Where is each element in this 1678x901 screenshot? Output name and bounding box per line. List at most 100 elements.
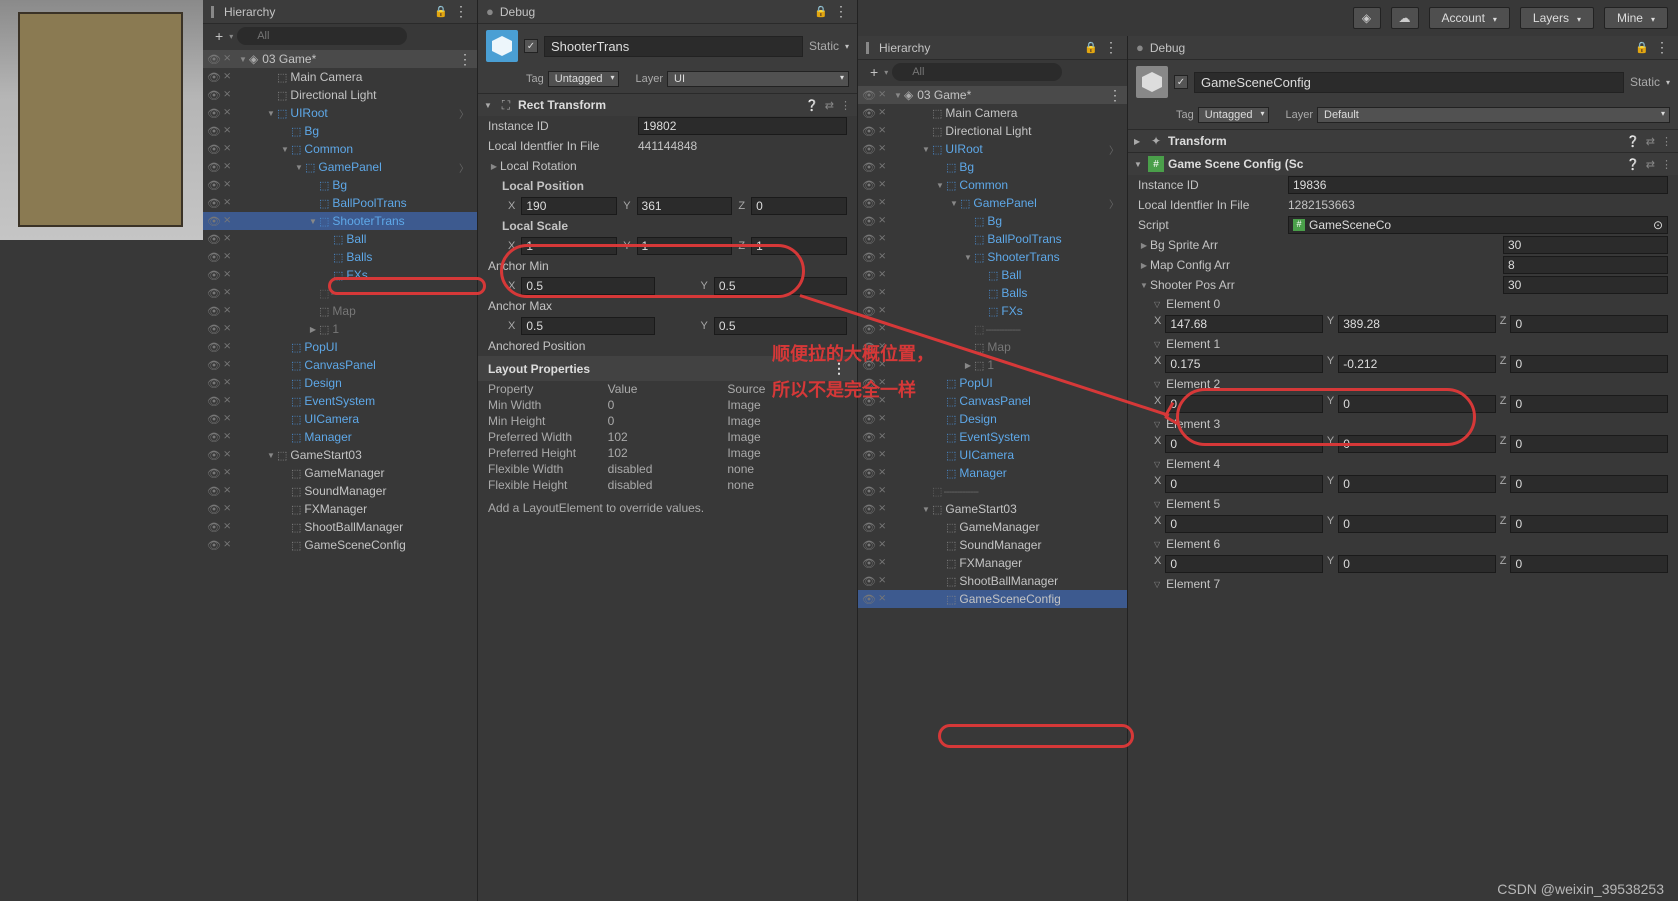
scale-y[interactable]: [637, 237, 733, 255]
tree-item[interactable]: 👁⨯⬚SoundManager: [203, 482, 477, 500]
tree-item[interactable]: 👁⨯⬚Main Camera: [858, 104, 1127, 122]
tree-item[interactable]: 👁⨯▼⬚UIRoot〉: [203, 104, 477, 122]
tree-item[interactable]: 👁⨯▶⬚1: [203, 320, 477, 338]
tree-item[interactable]: 👁⨯⬚Design: [203, 374, 477, 392]
tree-item[interactable]: 👁⨯⬚Manager: [203, 428, 477, 446]
tree-item[interactable]: 👁⨯▼⬚GamePanel〉: [858, 194, 1127, 212]
services-icon[interactable]: ◈: [1353, 7, 1381, 29]
tree-item[interactable]: 👁⨯⬚ShootBallManager: [203, 518, 477, 536]
tree-item[interactable]: 👁⨯⬚GameManager: [203, 464, 477, 482]
hierarchy-search[interactable]: [892, 63, 1062, 81]
tree-item[interactable]: 👁⨯⬚Ball: [858, 266, 1127, 284]
tree-item[interactable]: 👁⨯▼⬚ShooterTrans: [203, 212, 477, 230]
preset-icon[interactable]: ⇄: [825, 99, 834, 112]
tree-item[interactable]: 👁⨯⬚CanvasPanel: [203, 356, 477, 374]
cloud-icon[interactable]: ☁: [1391, 7, 1419, 29]
menu-icon[interactable]: ⋮: [1655, 39, 1670, 56]
debug-title[interactable]: Debug: [500, 5, 808, 19]
tree-item[interactable]: 👁⨯⬚UICamera: [858, 446, 1127, 464]
pos-x[interactable]: [521, 197, 617, 215]
pos-y[interactable]: [637, 197, 733, 215]
account-dropdown[interactable]: Account: [1429, 7, 1510, 29]
lock-icon[interactable]: 🔒: [814, 5, 828, 18]
scene-row[interactable]: 👁⨯▼◈03 Game*⋮: [858, 86, 1127, 104]
layer-dropdown[interactable]: Default: [1317, 107, 1670, 123]
context-menu-icon[interactable]: ⋮: [834, 3, 849, 20]
lock-icon[interactable]: 🔒: [434, 5, 448, 18]
tree-item[interactable]: 👁⨯⬚Directional Light: [858, 122, 1127, 140]
tree-item[interactable]: 👁⨯⬚BallPoolTrans: [203, 194, 477, 212]
tree-item[interactable]: 👁⨯⬚ -------------: [203, 284, 477, 302]
tree-item[interactable]: 👁⨯⬚Main Camera: [203, 68, 477, 86]
tree-item[interactable]: 👁⨯▼⬚GameStart03: [858, 500, 1127, 518]
tree-item[interactable]: 👁⨯▼⬚Common: [858, 176, 1127, 194]
tree-item[interactable]: 👁⨯▼⬚ShooterTrans: [858, 248, 1127, 266]
tree-item[interactable]: 👁⨯⬚Bg: [858, 212, 1127, 230]
layers-dropdown[interactable]: Layers: [1520, 7, 1594, 29]
hierarchy-panel-left: Hierarchy 🔒 ⋮ + ▾ 👁⨯▼◈03 Game*⋮👁⨯⬚Main C…: [203, 0, 478, 901]
create-button[interactable]: +: [211, 28, 227, 44]
tree-item[interactable]: 👁⨯⬚PopUI: [203, 338, 477, 356]
tree-item[interactable]: 👁⨯⬚Bg: [858, 158, 1127, 176]
tree-item[interactable]: 👁⨯⬚CanvasPanel: [858, 392, 1127, 410]
tree-item[interactable]: 👁⨯▼⬚UIRoot〉: [858, 140, 1127, 158]
tree-item[interactable]: 👁⨯⬚GameSceneConfig: [203, 536, 477, 554]
component-foldout[interactable]: ▼: [484, 101, 494, 110]
tree-item[interactable]: 👁⨯⬚FXs: [858, 302, 1127, 320]
tree-item[interactable]: 👁⨯⬚FXs: [203, 266, 477, 284]
tree-item[interactable]: 👁⨯⬚SoundManager: [858, 536, 1127, 554]
layer-dropdown[interactable]: UI: [667, 71, 849, 87]
tree-item[interactable]: 👁⨯⬚Map: [858, 338, 1127, 356]
layout-dropdown[interactable]: Mine: [1604, 7, 1668, 29]
tree-item[interactable]: 👁⨯▼⬚Common: [203, 140, 477, 158]
tree-item[interactable]: 👁⨯⬚EventSystem: [203, 392, 477, 410]
tree-item[interactable]: 👁⨯⬚Ball: [203, 230, 477, 248]
tree-item[interactable]: 👁⨯⬚ -------------: [858, 320, 1127, 338]
tree-item[interactable]: 👁⨯⬚Bg: [203, 176, 477, 194]
gameobject-icon: [1136, 66, 1168, 98]
hierarchy-tree[interactable]: 👁⨯▼◈03 Game*⋮👁⨯⬚Main Camera👁⨯⬚Directiona…: [203, 48, 477, 901]
active-checkbox[interactable]: ✓: [524, 39, 538, 53]
tree-item[interactable]: 👁⨯⬚ShootBallManager: [858, 572, 1127, 590]
scale-z[interactable]: [751, 237, 847, 255]
tree-item[interactable]: 👁⨯⬚ -------------: [858, 482, 1127, 500]
tree-item[interactable]: 👁⨯⬚PopUI: [858, 374, 1127, 392]
tree-item[interactable]: 👁⨯⬚BallPoolTrans: [858, 230, 1127, 248]
menu-icon[interactable]: ⋮: [1104, 39, 1119, 56]
tree-item[interactable]: 👁⨯⬚Map: [203, 302, 477, 320]
object-name-field[interactable]: [544, 36, 803, 57]
hierarchy-search[interactable]: [237, 27, 407, 45]
hierarchy-title[interactable]: Hierarchy: [224, 5, 428, 19]
active-checkbox[interactable]: ✓: [1174, 75, 1188, 89]
tree-item[interactable]: 👁⨯⬚EventSystem: [858, 428, 1127, 446]
tree-item[interactable]: 👁⨯⬚GameSceneConfig: [858, 590, 1127, 608]
tag-dropdown[interactable]: Untagged: [548, 71, 620, 87]
help-icon[interactable]: ❔: [805, 99, 819, 112]
tree-item[interactable]: 👁⨯▶⬚1: [858, 356, 1127, 374]
object-name-field[interactable]: [1194, 72, 1624, 93]
scene-row[interactable]: 👁⨯▼◈03 Game*⋮: [203, 50, 477, 68]
hierarchy-tree[interactable]: 👁⨯▼◈03 Game*⋮👁⨯⬚Main Camera👁⨯⬚Directiona…: [858, 84, 1127, 901]
instance-id-field[interactable]: [638, 117, 847, 135]
tree-item[interactable]: 👁⨯⬚Directional Light: [203, 86, 477, 104]
tree-item[interactable]: 👁⨯⬚Design: [858, 410, 1127, 428]
tree-item[interactable]: 👁⨯⬚UICamera: [203, 410, 477, 428]
tree-item[interactable]: 👁⨯⬚Bg: [203, 122, 477, 140]
lock-icon[interactable]: 🔒: [1084, 41, 1098, 54]
scale-x[interactable]: [521, 237, 617, 255]
tree-item[interactable]: 👁⨯⬚Manager: [858, 464, 1127, 482]
tree-item[interactable]: 👁⨯▼⬚GameStart03: [203, 446, 477, 464]
tree-item[interactable]: 👁⨯⬚FXManager: [858, 554, 1127, 572]
hierarchy-panel-right: Hierarchy 🔒 ⋮ + ▾ 👁⨯▼◈03 Game*⋮👁⨯⬚Main C…: [858, 36, 1128, 901]
tree-item[interactable]: 👁⨯⬚FXManager: [203, 500, 477, 518]
create-button[interactable]: +: [866, 64, 882, 80]
lock-icon[interactable]: 🔒: [1635, 41, 1649, 54]
pos-z[interactable]: [751, 197, 847, 215]
tag-dropdown[interactable]: Untagged: [1198, 107, 1270, 123]
tree-item[interactable]: 👁⨯⬚Balls: [858, 284, 1127, 302]
context-menu-icon[interactable]: ⋮: [454, 3, 469, 20]
menu-icon[interactable]: ⋮: [840, 99, 851, 112]
tree-item[interactable]: 👁⨯▼⬚GamePanel〉: [203, 158, 477, 176]
tree-item[interactable]: 👁⨯⬚Balls: [203, 248, 477, 266]
tree-item[interactable]: 👁⨯⬚GameManager: [858, 518, 1127, 536]
